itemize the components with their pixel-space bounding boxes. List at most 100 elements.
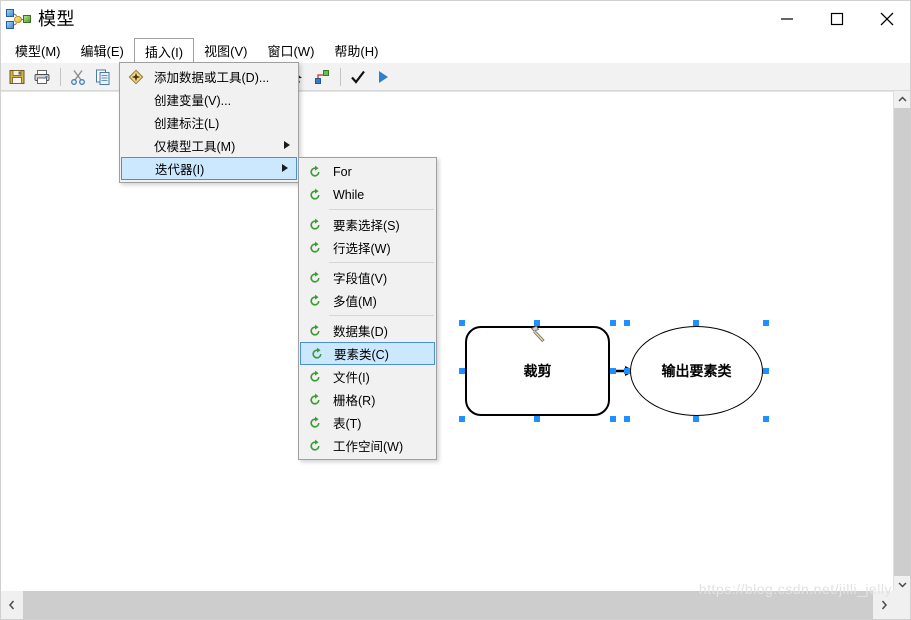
run-icon[interactable] [371, 65, 395, 89]
vertical-scrollbar[interactable] [893, 91, 910, 593]
selection-handle[interactable] [534, 416, 540, 422]
vertical-scroll-track[interactable] [894, 108, 910, 576]
submenu-item-dataset[interactable]: 数据集(D) [299, 319, 436, 342]
selection-handle[interactable] [693, 416, 699, 422]
chevron-right-icon [283, 139, 291, 153]
menu-item-model-only-tools[interactable]: 仅模型工具(M) [120, 134, 298, 157]
submenu-item-file[interactable]: 文件(I) [299, 365, 436, 388]
submenu-item-workspace[interactable]: 工作空间(W) [299, 434, 436, 457]
menu-item-label: 仅模型工具(M) [154, 140, 236, 154]
submenu-item-for[interactable]: For [299, 160, 436, 183]
iterator-icon [306, 391, 324, 409]
iterator-icon [306, 163, 324, 181]
submenu-item-multivalue[interactable]: 多值(M) [299, 289, 436, 312]
submenu-item-label: 工作空间(W) [333, 440, 404, 454]
watermark-text: https://blog.csdn.net/jilli_jelly [698, 581, 892, 597]
validate-icon[interactable] [346, 65, 370, 89]
selection-handle[interactable] [459, 320, 465, 326]
title-bar: 模型 [1, 1, 910, 37]
iterator-icon [306, 414, 324, 432]
menu-item-label: 迭代器(I) [155, 163, 205, 177]
iterator-submenu: For While 要素选择(S) 行选择(W) 字段值(V) 多值(M) 数据… [298, 157, 437, 460]
menu-item-add-data[interactable]: 添加数据或工具(D)... [120, 65, 298, 88]
iterator-icon [306, 368, 324, 386]
tool-node-clip[interactable]: 裁剪 [459, 320, 616, 422]
menu-bar: 模型(M) 编辑(E) 插入(I) 视图(V) 窗口(W) 帮助(H) [1, 37, 910, 63]
cut-icon[interactable] [66, 65, 90, 89]
submenu-item-table[interactable]: 表(T) [299, 411, 436, 434]
submenu-item-label: 行选择(W) [333, 242, 391, 256]
modelbuilder-window: 模型 模型(M) 编辑(E) 插入(I) 视图(V) 窗口(W) 帮助(H) 裁… [0, 0, 911, 620]
print-icon[interactable] [30, 65, 54, 89]
menu-model[interactable]: 模型(M) [5, 37, 71, 63]
submenu-item-raster[interactable]: 栅格(R) [299, 388, 436, 411]
minimize-button[interactable] [762, 1, 812, 37]
copy-icon[interactable] [91, 65, 115, 89]
menu-window[interactable]: 窗口(W) [257, 37, 324, 63]
selection-handle[interactable] [534, 320, 540, 326]
submenu-separator [329, 315, 434, 316]
menu-item-create-label[interactable]: 创建标注(L) [120, 111, 298, 134]
menu-insert[interactable]: 插入(I) [133, 38, 195, 63]
connect-icon[interactable] [310, 65, 334, 89]
menu-edit[interactable]: 编辑(E) [71, 37, 134, 63]
menu-item-create-variable[interactable]: 创建变量(V)... [120, 88, 298, 111]
iterator-icon [306, 216, 324, 234]
submenu-item-row-selection[interactable]: 行选择(W) [299, 236, 436, 259]
output-node-shape[interactable]: 输出要素类 [630, 326, 763, 416]
save-icon[interactable] [5, 65, 29, 89]
submenu-item-feature-selection[interactable]: 要素选择(S) [299, 213, 436, 236]
scroll-up-button[interactable] [894, 91, 910, 108]
iterator-icon [306, 437, 324, 455]
iterator-icon [308, 345, 326, 363]
window-controls [762, 1, 910, 37]
submenu-item-label: 栅格(R) [333, 394, 376, 408]
iterator-icon [306, 239, 324, 257]
submenu-item-label: While [333, 187, 365, 202]
selection-handle[interactable] [763, 368, 769, 374]
selection-handle[interactable] [763, 416, 769, 422]
scrollbar-corner [895, 591, 910, 619]
maximize-button[interactable] [812, 1, 862, 37]
selection-handle[interactable] [610, 368, 616, 374]
submenu-item-while[interactable]: While [299, 183, 436, 206]
menu-item-label: 添加数据或工具(D)... [154, 71, 270, 85]
menu-item-iterators[interactable]: 迭代器(I) [121, 157, 297, 180]
selection-handle[interactable] [459, 416, 465, 422]
selection-handle[interactable] [624, 320, 630, 326]
selection-handle[interactable] [459, 368, 465, 374]
selection-handle[interactable] [624, 368, 630, 374]
submenu-item-field-value[interactable]: 字段值(V) [299, 266, 436, 289]
menu-view[interactable]: 视图(V) [194, 37, 257, 63]
output-node-feature-class[interactable]: 输出要素类 [624, 320, 769, 422]
iterator-icon [306, 292, 324, 310]
close-button[interactable] [862, 1, 910, 37]
window-title: 模型 [38, 9, 75, 29]
menu-help[interactable]: 帮助(H) [324, 37, 388, 63]
insert-dropdown: 添加数据或工具(D)... 创建变量(V)... 创建标注(L) 仅模型工具(M… [119, 62, 299, 183]
toolbar-separator [340, 67, 341, 86]
selection-handle[interactable] [610, 320, 616, 326]
submenu-item-label: 要素类(C) [334, 348, 389, 362]
toolbar-separator [60, 67, 61, 86]
selection-handle[interactable] [624, 416, 630, 422]
selection-handle[interactable] [763, 320, 769, 326]
submenu-item-feature-class[interactable]: 要素类(C) [300, 342, 435, 365]
tool-node-label: 裁剪 [523, 363, 552, 379]
iterator-icon [306, 186, 324, 204]
modelbuilder-icon [6, 7, 32, 31]
chevron-right-icon [281, 162, 289, 176]
selection-handle[interactable] [693, 320, 699, 326]
scroll-left-button[interactable] [1, 591, 23, 619]
iterator-icon [306, 322, 324, 340]
tool-node-shape[interactable]: 裁剪 [465, 325, 610, 416]
menu-item-label: 创建变量(V)... [154, 94, 232, 108]
iterator-icon [306, 269, 324, 287]
add-data-icon [127, 68, 145, 86]
selection-handle[interactable] [610, 416, 616, 422]
submenu-item-label: For [333, 164, 352, 179]
submenu-item-label: 文件(I) [333, 371, 370, 385]
submenu-item-label: 要素选择(S) [333, 219, 400, 233]
submenu-item-label: 表(T) [333, 417, 362, 431]
submenu-item-label: 数据集(D) [333, 325, 388, 339]
